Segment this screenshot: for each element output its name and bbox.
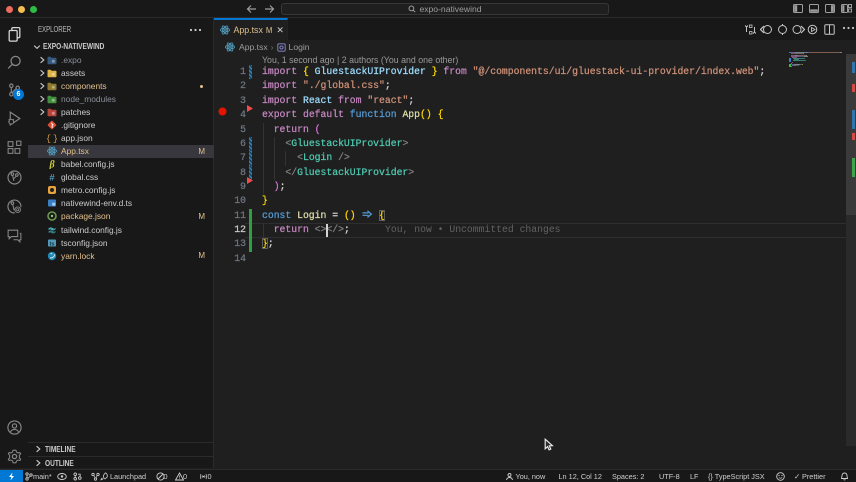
svg-text:{ }: { } (47, 134, 57, 143)
svg-text:ts: ts (50, 241, 55, 247)
svg-text:#: # (49, 173, 55, 182)
svg-text:β: β (48, 160, 55, 170)
